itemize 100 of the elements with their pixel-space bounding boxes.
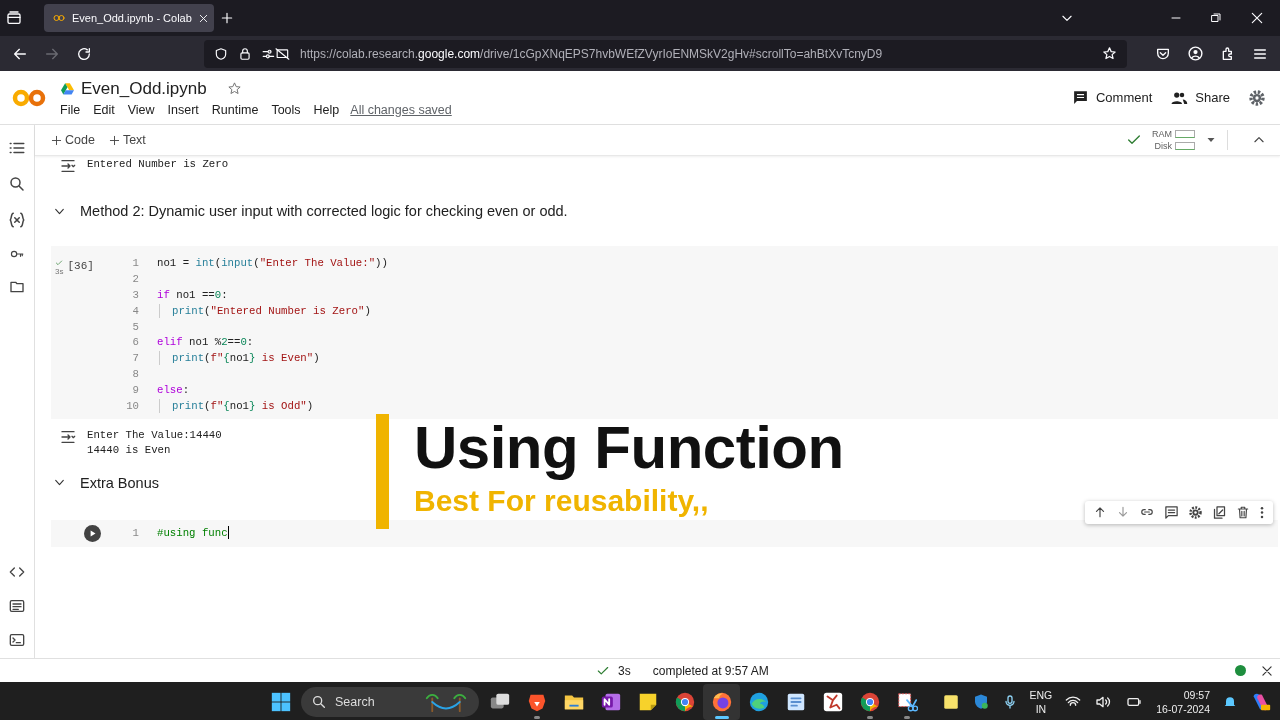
share-button[interactable]: Share	[1170, 88, 1230, 107]
section-heading: Method 2: Dynamic user input with corrected logic for checking even or odd.	[80, 203, 568, 219]
scissors-icon	[895, 691, 918, 713]
menu-item[interactable]: Help	[307, 102, 347, 117]
address-field[interactable]: https://colab.research.google.com/drive/1cGpXNqEPS7hvbWEfZVyrIoENMSkV2gHv#scrollTo=ahBtXvTcnyD9	[204, 39, 1127, 68]
line-number: 2	[131, 272, 139, 285]
shield-icon[interactable]	[214, 46, 228, 61]
code-icon[interactable]	[8, 564, 26, 580]
line-number: 5	[131, 320, 139, 333]
play-icon	[88, 528, 97, 538]
menu-item[interactable]: Tools	[265, 102, 308, 117]
code-cell[interactable]: 3s [36] 1 no1 = int(input("Enter The Value:")) 2 3 if no1 ==0: 4 print("Entered Number is Zero") 5 6 elif no1 %2==0: 7 print(f"{no1} is Even") 8 9 else: 10 print(f"{no1} is Odd")	[51, 246, 1278, 419]
overlay-title: Using Function	[414, 416, 844, 480]
resource-meter[interactable]: RAM Disk	[1152, 129, 1195, 151]
browser-icon	[858, 691, 881, 713]
mirror-cell-icon[interactable]	[1212, 504, 1227, 520]
new-tab-icon[interactable]	[220, 11, 234, 25]
notebook-icon	[599, 691, 622, 713]
permissions-icon[interactable]	[262, 46, 290, 61]
line-number: 1	[131, 256, 139, 269]
wave-browser-icon	[747, 691, 770, 713]
star-icon[interactable]	[226, 81, 242, 96]
execution-count: [36]	[67, 260, 94, 272]
code-line: #using func	[157, 525, 228, 540]
add-cell-button[interactable]: Code	[49, 133, 97, 147]
run-button[interactable]	[84, 524, 101, 542]
clock[interactable]: 09:57 16-07-2024	[1156, 688, 1210, 716]
code-cell[interactable]: 1 #using func	[51, 519, 1278, 547]
line-number: 10	[125, 399, 139, 412]
notebook-title[interactable]: Even_Odd.ipynb	[81, 78, 207, 99]
line-number: 8	[131, 368, 139, 381]
output-line: Entered Number is Zero	[87, 158, 229, 170]
menu-item[interactable]: File	[60, 102, 88, 117]
line-number: 3	[131, 288, 139, 301]
language-indicator[interactable]: ENG IN	[1029, 688, 1053, 716]
code-line: if no1 ==0:	[157, 287, 228, 302]
command-palette-icon[interactable]	[8, 598, 26, 614]
status-message: completed at 9:57 AM	[652, 663, 769, 678]
restore-icon[interactable]	[1210, 12, 1222, 24]
comment-icon[interactable]	[1164, 504, 1179, 520]
overlay-subtitle: Best For reusability,,	[414, 484, 710, 518]
menu-item[interactable]: View	[121, 102, 162, 117]
folder-icon[interactable]	[8, 279, 26, 295]
run-duration: 3s	[618, 663, 631, 678]
output-line: Enter The Value:14440	[87, 428, 222, 441]
code-line: no1 = int(input("Enter The Value:"))	[157, 255, 388, 270]
comment-button[interactable]: Comment	[1071, 89, 1153, 106]
search-icon[interactable]	[8, 175, 26, 193]
menu-item[interactable]: Edit	[87, 102, 122, 117]
delete-icon[interactable]	[1236, 504, 1250, 520]
volume-icon[interactable]	[1094, 694, 1113, 710]
reload-icon[interactable]	[76, 45, 92, 62]
url-text: https://colab.research.google.com/drive/1cGpXNqEPS7hvbWEfZVyrIoENMSkV2gHv#scrollTo=ahBtXvTcnyD9	[300, 46, 884, 61]
output-line: 14440 is Even	[87, 443, 172, 456]
variables-icon[interactable]	[7, 211, 27, 229]
arrow-down-icon[interactable]	[1116, 505, 1130, 520]
search-field[interactable]: Search	[301, 687, 479, 717]
sticky-note-icon[interactable]	[941, 693, 960, 711]
line-number: 6	[131, 336, 139, 349]
search-icon	[311, 694, 327, 710]
start-icon	[269, 691, 292, 713]
output-icon[interactable]	[59, 158, 77, 174]
shapes-icon	[821, 691, 844, 713]
fox-browser-icon	[710, 691, 733, 713]
code-line: else:	[157, 383, 190, 398]
run-time: 3s	[55, 267, 64, 276]
code-line: print("Entered Number is Zero")	[159, 303, 371, 318]
code-line: print(f"{no1} is Even")	[159, 351, 320, 366]
bookmark-star-icon[interactable]	[1102, 46, 1117, 61]
lock-icon[interactable]	[238, 46, 252, 61]
close-icon[interactable]	[197, 12, 209, 24]
hammock-icon	[423, 691, 469, 713]
save-status-link[interactable]: All changes saved	[346, 102, 452, 117]
check-icon	[55, 259, 64, 267]
colab-logo-icon	[52, 13, 66, 23]
browser-tab[interactable]: Even_Odd.ipynb - Colab	[44, 4, 214, 32]
line-number: 1	[131, 526, 139, 539]
account-icon[interactable]	[1187, 45, 1204, 62]
close-icon[interactable]	[1260, 663, 1274, 678]
plus-icon	[108, 134, 120, 146]
settings-icon[interactable]	[1248, 88, 1266, 107]
code-line: print(f"{no1} is Odd")	[159, 398, 314, 413]
tab-list-icon[interactable]	[6, 10, 22, 26]
taskbar-app[interactable]	[703, 684, 740, 720]
output-icon[interactable]	[59, 428, 77, 445]
menu-item[interactable]: Insert	[161, 102, 206, 117]
close-icon[interactable]	[1250, 11, 1264, 25]
line-number: 9	[131, 384, 139, 397]
settings-icon[interactable]	[1188, 504, 1203, 520]
drive-icon	[60, 82, 75, 95]
plus-icon	[51, 134, 62, 146]
terminal-icon[interactable]	[8, 632, 26, 648]
line-number: 7	[131, 352, 139, 365]
section-heading: Extra Bonus	[80, 474, 159, 491]
browser-icon	[673, 691, 696, 713]
add-cell-button[interactable]: Text	[106, 133, 148, 147]
arrow-up-icon[interactable]	[1093, 505, 1107, 520]
menu-item[interactable]: Runtime	[205, 102, 266, 117]
more-icon[interactable]	[1259, 504, 1265, 520]
code-line: elif no1 %2==0:	[157, 335, 254, 350]
